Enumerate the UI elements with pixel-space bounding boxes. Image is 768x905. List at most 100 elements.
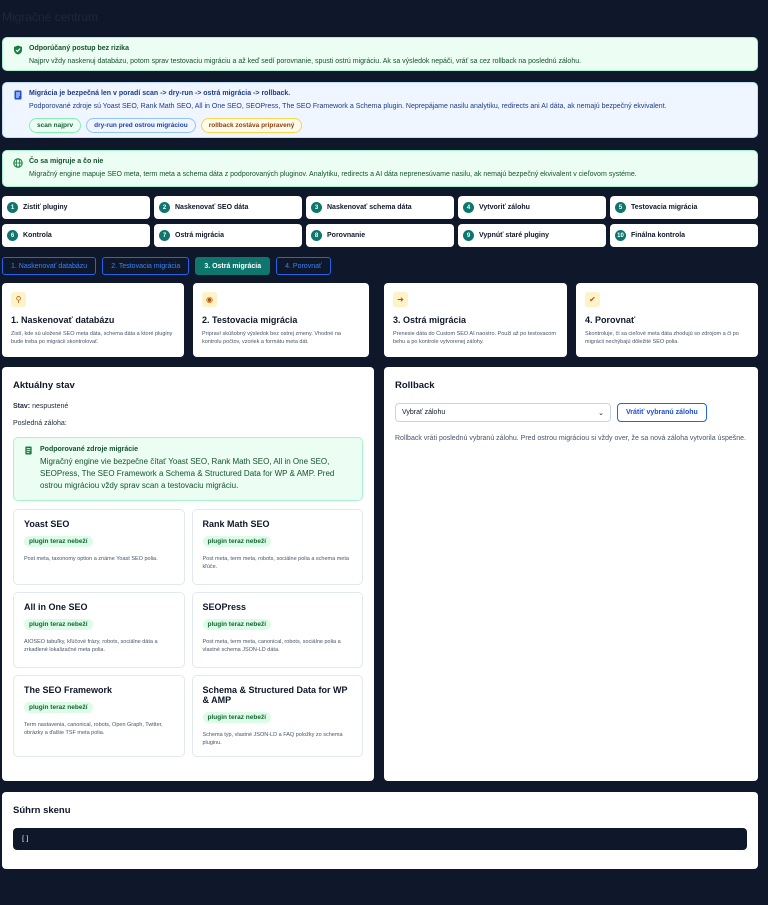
plugin-name: Yoast SEO	[24, 519, 70, 529]
plugin-name: Schema & Structured Data for WP & AMP	[202, 685, 348, 705]
status-backup: Posledná záloha:	[13, 420, 67, 427]
scope-alert: Čo sa migruje a čo nie Migračný engine m…	[2, 150, 758, 187]
card-title: 4. Porovnať	[585, 315, 636, 325]
check-icon: ✔	[585, 292, 600, 307]
card-title: 2. Testovacia migrácia	[202, 315, 298, 325]
order-alert: Migrácia je bezpečná len v poradí scan -…	[2, 82, 758, 138]
globe-icon	[13, 158, 23, 168]
status-badge: plugin teraz nebeží	[24, 536, 93, 547]
plugin-desc: Schema typ, vlastné JSON-LD a FAQ položk…	[202, 732, 343, 746]
sources-text: Migračný engine vie bezpečne čítať Yoast…	[40, 457, 335, 490]
plugin-desc: Post meta, term meta, canonical, robots,…	[202, 639, 341, 653]
plugin-card-tsf: The SEO Framework plugin teraz nebeží Term…	[13, 675, 185, 757]
chip-rollback: rollback zostáva pripravený	[200, 118, 303, 133]
status-badge: plugin teraz nebeží	[24, 702, 93, 713]
status-badge: plugin teraz nebeží	[202, 536, 272, 547]
step-label: Finálna kontrola	[631, 232, 686, 239]
step-label: Porovnanie	[327, 232, 366, 239]
step-4: 4 Vytvoriť zálohu	[458, 196, 606, 219]
summary-heading: Súhrn skenu	[13, 805, 71, 816]
step-6: 6 Kontrola	[2, 224, 150, 247]
step-1: 1 Zistiť pluginy	[2, 196, 150, 219]
order-alert-title: Migrácia je bezpečná len v poradí scan -…	[29, 90, 291, 97]
scope-alert-text: Migračný engine mapuje SEO meta, term me…	[29, 171, 637, 178]
status-state: Stav: nespustené	[13, 403, 69, 410]
tab-live-migration[interactable]: 3. Ostrá migrácia	[195, 257, 271, 275]
card-title: 1. Naskenovať databázu	[11, 315, 115, 325]
rollback-text: Rollback vráti poslednú vybranú zálohu. …	[395, 435, 746, 442]
step-label: Testovacia migrácia	[631, 204, 698, 211]
tab-compare[interactable]: 4. Porovnať	[276, 257, 331, 275]
document-icon	[14, 90, 22, 100]
step-7: 7 Ostrá migrácia	[154, 224, 302, 247]
sources-title: Podporované zdroje migrácie	[40, 446, 139, 453]
step-9: 9 Vypnúť staré pluginy	[458, 224, 606, 247]
plugin-name: Rank Math SEO	[202, 519, 270, 529]
card-text: Pripraví skúšobný výsledok bez ostrej zm…	[202, 331, 341, 345]
migrate-icon: ➜	[393, 292, 408, 307]
step-label: Vytvoriť zálohu	[479, 204, 530, 211]
card-text: Skontroluje, či sa cieľové meta dáta zho…	[585, 331, 739, 345]
shield-icon	[14, 45, 22, 55]
plugin-desc: Post meta, term meta, robots, sociálne p…	[202, 556, 349, 570]
eye-icon: ◉	[202, 292, 217, 307]
status-badge: plugin teraz nebeží	[24, 619, 93, 630]
step-label: Ostrá migrácia	[175, 232, 225, 239]
step-label: Kontrola	[23, 232, 52, 239]
order-alert-text: Podporované zdroje sú Yoast SEO, Rank Ma…	[29, 103, 667, 110]
plugin-desc: AIOSEO tabuľky, kľúčové frázy, robots, s…	[24, 639, 158, 653]
migration-tabs: 1. Naskenovať databázu 2. Testovacia mig…	[2, 257, 331, 275]
card-title: 3. Ostrá migrácia	[393, 315, 467, 325]
plugin-name: SEOPress	[202, 602, 247, 612]
sources-alert: Podporované zdroje migrácie Migračný eng…	[13, 437, 363, 501]
backup-select-value: Vybrať zálohu	[402, 409, 446, 416]
chevron-down-icon: ⌄	[598, 409, 604, 417]
plugin-desc: Post meta, taxonomy option a známe Yoast…	[24, 556, 158, 562]
plugin-card-aioseo: All in One SEO plugin teraz nebeží AIOSEO …	[13, 592, 185, 668]
plugin-name: All in One SEO	[24, 602, 88, 612]
risk-alert-text: Najprv vždy naskenuj databázu, potom spr…	[29, 58, 582, 65]
scope-alert-title: Čo sa migruje a čo nie	[29, 158, 104, 165]
steps-row-2: 6 Kontrola 7 Ostrá migrácia 8 Porovnanie 9V…	[2, 224, 758, 247]
status-heading: Aktuálny stav	[13, 380, 75, 391]
document-icon	[25, 446, 32, 455]
status-panel: Aktuálny stav Stav: nespustené Posledná …	[2, 367, 374, 781]
risk-alert: Odporúčaný postup bez rizika Najprv vždy…	[2, 37, 758, 71]
card-compare[interactable]: ✔ 4. Porovnať Skontroluje, či sa cieľové…	[576, 283, 758, 357]
step-5: 5 Testovacia migrácia	[610, 196, 758, 219]
card-text: Prenesie dáta do Custom SEO AI naostro. …	[393, 331, 556, 345]
step-label: Zistiť pluginy	[23, 204, 68, 211]
card-scan[interactable]: ⚲ 1. Naskenovať databázu Zistí, kde sú u…	[2, 283, 184, 357]
plugin-desc: Term nastavenia, canonical, robots, Open…	[24, 722, 163, 736]
plugin-card-yoast: Yoast SEO plugin teraz nebeží Post meta, t…	[13, 509, 185, 585]
page-title: Migračné centrum	[2, 10, 99, 24]
steps-row-1: 1 Zistiť pluginy 2 Naskenovať SEO dáta 3 Na…	[2, 196, 758, 219]
step-3: 3 Naskenovať schema dáta	[306, 196, 454, 219]
tab-dry-run[interactable]: 2. Testovacia migrácia	[102, 257, 190, 275]
summary-code: []	[13, 828, 747, 850]
rollback-panel: Rollback Vybrať zálohu ⌄ Vrátiť vybranú …	[384, 367, 758, 781]
plugin-name: The SEO Framework	[24, 685, 113, 695]
plugin-card-seopress: SEOPress plugin teraz nebeží Post meta, te…	[191, 592, 363, 668]
search-icon: ⚲	[11, 292, 26, 307]
plugin-card-schema: Schema & Structured Data for WP & AMP plu…	[191, 675, 363, 757]
card-text: Zistí, kde sú uložené SEO meta dáta, sch…	[11, 331, 173, 345]
chip-dry-run: dry-run pred ostrou migráciou	[86, 118, 196, 133]
plugin-card-rank-math: Rank Math SEO plugin teraz nebeží Post met…	[191, 509, 363, 585]
summary-panel: Súhrn skenu []	[2, 792, 758, 869]
card-live-migration[interactable]: ➜ 3. Ostrá migrácia Prenesie dáta do Cus…	[384, 283, 567, 357]
step-label: Naskenovať schema dáta	[327, 204, 412, 211]
step-label: Naskenovať SEO dáta	[175, 204, 249, 211]
status-badge: plugin teraz nebeží	[202, 619, 272, 630]
risk-alert-title: Odporúčaný postup bez rizika	[29, 45, 129, 52]
restore-backup-button[interactable]: Vrátiť vybranú zálohu	[617, 403, 707, 422]
step-10: 10 Finálna kontrola	[610, 224, 758, 247]
status-badge: plugin teraz nebeží	[202, 712, 272, 723]
backup-select[interactable]: Vybrať zálohu ⌄	[395, 403, 611, 422]
tab-scan[interactable]: 1. Naskenovať databázu	[2, 257, 97, 275]
plugin-grid: Yoast SEO plugin teraz nebeží Post meta, t…	[13, 509, 363, 757]
card-dry-run[interactable]: ◉ 2. Testovacia migrácia Pripraví skúšob…	[193, 283, 369, 357]
step-2: 2 Naskenovať SEO dáta	[154, 196, 302, 219]
step-8: 8 Porovnanie	[306, 224, 454, 247]
chip-scan: scan najprv	[29, 118, 82, 133]
